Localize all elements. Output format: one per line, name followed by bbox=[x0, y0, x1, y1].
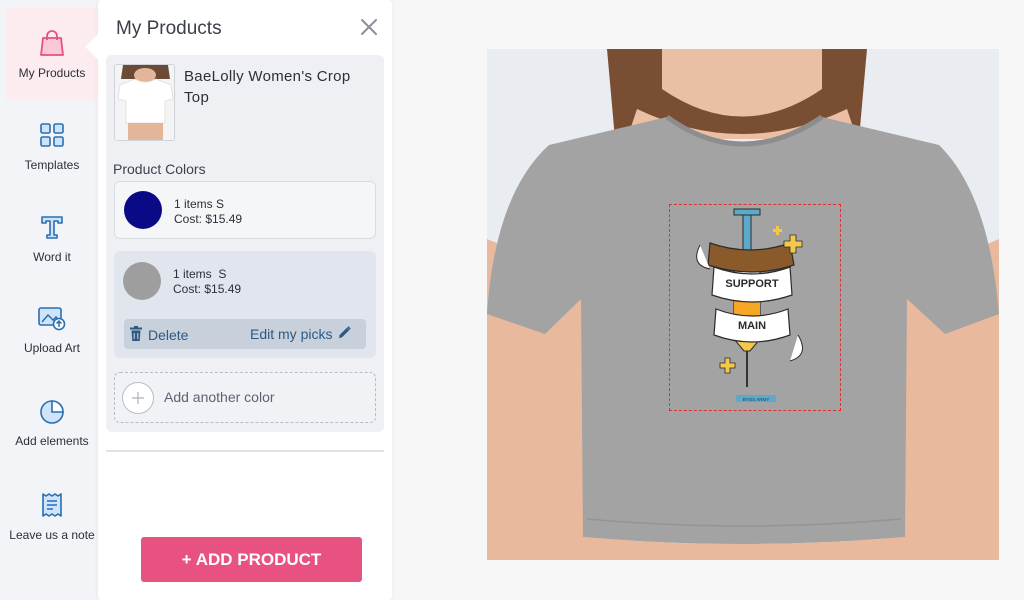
delete-label: Delete bbox=[148, 327, 189, 343]
upload-image-icon bbox=[37, 303, 67, 333]
design-tag-text: BYOS ARMY bbox=[743, 397, 770, 402]
sidebar-item-upload-art[interactable]: Upload Art bbox=[6, 283, 98, 375]
panel-title: My Products bbox=[116, 18, 222, 39]
sidebar-item-label: Leave us a note bbox=[9, 528, 95, 542]
sidebar-item-leave-note[interactable]: Leave us a note bbox=[6, 470, 98, 562]
items-size-text: 1 items S bbox=[174, 197, 225, 211]
color-row-details: 1 items S Cost: $15.49 bbox=[174, 197, 242, 227]
add-product-button[interactable]: + ADD PRODUCT bbox=[141, 537, 362, 582]
shopping-bag-icon bbox=[37, 28, 67, 58]
design-text-support: SUPPORT bbox=[725, 278, 778, 290]
design-print-area[interactable]: SUPPORT MAIN BYOS ARMY bbox=[669, 204, 841, 411]
my-products-panel: My Products BaeLolly Women's Crop Top Pr… bbox=[85, 0, 392, 600]
sidebar-item-label: Word it bbox=[33, 250, 71, 264]
close-icon[interactable] bbox=[360, 18, 378, 36]
product-name: BaeLolly Women's Crop Top bbox=[184, 68, 351, 106]
cost-text: Cost: $15.49 bbox=[174, 212, 243, 226]
delete-button[interactable]: Delete bbox=[130, 326, 188, 344]
color-actions-bar: Delete Edit my picks bbox=[124, 319, 366, 349]
trash-icon bbox=[130, 326, 142, 344]
design-text-main: MAIN bbox=[738, 320, 766, 332]
cost-text: Cost: $15.49 bbox=[173, 282, 242, 296]
edit-my-picks-button[interactable]: Edit my picks bbox=[250, 326, 352, 342]
sidebar-item-label: Upload Art bbox=[23, 341, 81, 355]
color-swatch-navy[interactable] bbox=[124, 191, 162, 229]
product-thumbnail[interactable] bbox=[114, 64, 175, 141]
sidebar-item-my-products[interactable]: My Products bbox=[6, 8, 98, 100]
sidebar-item-word-it[interactable]: Word it bbox=[6, 192, 98, 284]
product-card: BaeLolly Women's Crop Top Product Colors… bbox=[106, 55, 384, 432]
product-preview: SUPPORT MAIN BYOS ARMY bbox=[487, 49, 999, 560]
color-swatch-gray[interactable] bbox=[123, 262, 161, 300]
tool-sidebar: My Products Templates Word it Upload Art… bbox=[0, 0, 98, 600]
text-t-icon bbox=[37, 212, 67, 242]
plus-icon bbox=[122, 382, 154, 414]
sidebar-item-templates[interactable]: Templates bbox=[6, 100, 98, 192]
note-icon bbox=[37, 490, 67, 520]
sidebar-item-add-elements[interactable]: Add elements bbox=[6, 376, 98, 468]
panel-divider bbox=[106, 450, 384, 452]
syringe-design-art: SUPPORT MAIN BYOS ARMY bbox=[696, 208, 803, 402]
items-size-text: 1 items S bbox=[173, 267, 227, 281]
color-row-selected[interactable]: 1 items S Cost: $15.49 Delete Edit my pic… bbox=[114, 251, 376, 358]
sidebar-item-label: Add elements bbox=[15, 434, 89, 448]
pencil-icon bbox=[338, 326, 352, 342]
templates-grid-icon bbox=[37, 120, 67, 150]
edit-label: Edit my picks bbox=[250, 326, 333, 342]
sidebar-item-label: Templates bbox=[24, 158, 80, 172]
color-row-details: 1 items S Cost: $15.49 bbox=[173, 267, 241, 297]
add-another-color-label: Add another color bbox=[164, 389, 275, 405]
sidebar-item-label: My Products bbox=[18, 66, 86, 80]
color-row[interactable]: 1 items S Cost: $15.49 bbox=[114, 181, 376, 239]
product-colors-heading: Product Colors bbox=[113, 161, 206, 177]
add-another-color-button[interactable]: Add another color bbox=[114, 372, 376, 423]
shape-elements-icon bbox=[37, 396, 67, 426]
